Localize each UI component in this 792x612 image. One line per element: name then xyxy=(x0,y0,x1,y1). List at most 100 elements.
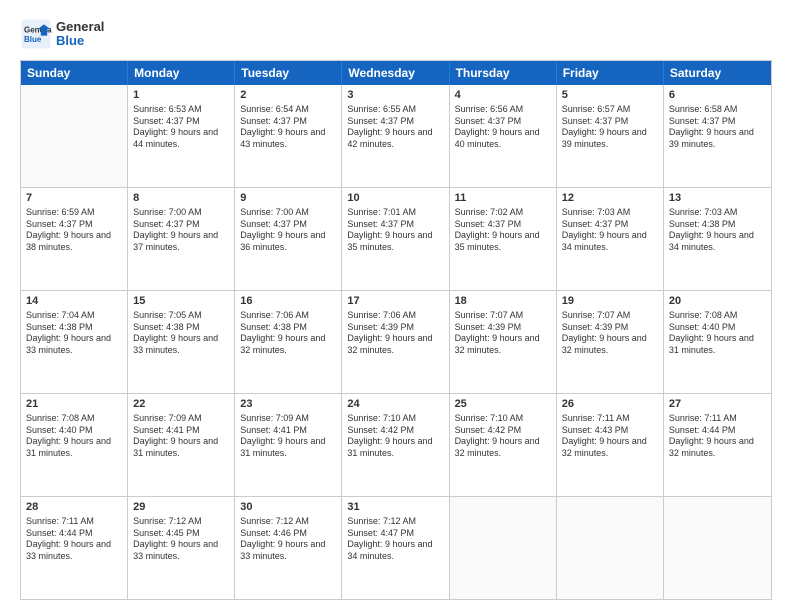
day-cell-19: 19Sunrise: 7:07 AMSunset: 4:39 PMDayligh… xyxy=(557,291,664,393)
day-number: 20 xyxy=(669,294,766,309)
weekday-header-sunday: Sunday xyxy=(21,61,128,85)
day-info: Sunrise: 6:57 AMSunset: 4:37 PMDaylight:… xyxy=(562,104,658,151)
day-cell-25: 25Sunrise: 7:10 AMSunset: 4:42 PMDayligh… xyxy=(450,394,557,496)
logo-general: General xyxy=(56,20,104,34)
day-cell-3: 3Sunrise: 6:55 AMSunset: 4:37 PMDaylight… xyxy=(342,85,449,187)
day-number: 25 xyxy=(455,397,551,412)
empty-cell xyxy=(21,85,128,187)
calendar-row-5: 28Sunrise: 7:11 AMSunset: 4:44 PMDayligh… xyxy=(21,496,771,599)
day-info: Sunrise: 7:10 AMSunset: 4:42 PMDaylight:… xyxy=(347,413,443,460)
day-info: Sunrise: 7:03 AMSunset: 4:38 PMDaylight:… xyxy=(669,207,766,254)
day-number: 13 xyxy=(669,191,766,206)
logo-icon: General Blue xyxy=(20,18,52,50)
calendar-row-1: 1Sunrise: 6:53 AMSunset: 4:37 PMDaylight… xyxy=(21,85,771,187)
weekday-header-friday: Friday xyxy=(557,61,664,85)
day-cell-22: 22Sunrise: 7:09 AMSunset: 4:41 PMDayligh… xyxy=(128,394,235,496)
svg-text:General: General xyxy=(24,25,52,34)
day-number: 2 xyxy=(240,88,336,103)
day-number: 6 xyxy=(669,88,766,103)
day-number: 10 xyxy=(347,191,443,206)
day-number: 15 xyxy=(133,294,229,309)
empty-cell xyxy=(450,497,557,599)
day-cell-6: 6Sunrise: 6:58 AMSunset: 4:37 PMDaylight… xyxy=(664,85,771,187)
day-info: Sunrise: 7:12 AMSunset: 4:46 PMDaylight:… xyxy=(240,516,336,563)
day-number: 16 xyxy=(240,294,336,309)
day-cell-28: 28Sunrise: 7:11 AMSunset: 4:44 PMDayligh… xyxy=(21,497,128,599)
day-number: 7 xyxy=(26,191,122,206)
day-info: Sunrise: 7:12 AMSunset: 4:47 PMDaylight:… xyxy=(347,516,443,563)
svg-text:Blue: Blue xyxy=(24,35,42,44)
day-info: Sunrise: 7:07 AMSunset: 4:39 PMDaylight:… xyxy=(455,310,551,357)
day-cell-15: 15Sunrise: 7:05 AMSunset: 4:38 PMDayligh… xyxy=(128,291,235,393)
day-info: Sunrise: 6:53 AMSunset: 4:37 PMDaylight:… xyxy=(133,104,229,151)
day-number: 19 xyxy=(562,294,658,309)
calendar-body: 1Sunrise: 6:53 AMSunset: 4:37 PMDaylight… xyxy=(21,85,771,599)
day-number: 30 xyxy=(240,500,336,515)
calendar-row-3: 14Sunrise: 7:04 AMSunset: 4:38 PMDayligh… xyxy=(21,290,771,393)
day-cell-27: 27Sunrise: 7:11 AMSunset: 4:44 PMDayligh… xyxy=(664,394,771,496)
day-number: 5 xyxy=(562,88,658,103)
weekday-header-wednesday: Wednesday xyxy=(342,61,449,85)
day-cell-12: 12Sunrise: 7:03 AMSunset: 4:37 PMDayligh… xyxy=(557,188,664,290)
calendar-row-4: 21Sunrise: 7:08 AMSunset: 4:40 PMDayligh… xyxy=(21,393,771,496)
empty-cell xyxy=(664,497,771,599)
day-cell-17: 17Sunrise: 7:06 AMSunset: 4:39 PMDayligh… xyxy=(342,291,449,393)
day-cell-1: 1Sunrise: 6:53 AMSunset: 4:37 PMDaylight… xyxy=(128,85,235,187)
day-cell-9: 9Sunrise: 7:00 AMSunset: 4:37 PMDaylight… xyxy=(235,188,342,290)
day-info: Sunrise: 6:55 AMSunset: 4:37 PMDaylight:… xyxy=(347,104,443,151)
day-cell-20: 20Sunrise: 7:08 AMSunset: 4:40 PMDayligh… xyxy=(664,291,771,393)
day-number: 22 xyxy=(133,397,229,412)
day-info: Sunrise: 6:59 AMSunset: 4:37 PMDaylight:… xyxy=(26,207,122,254)
day-info: Sunrise: 6:58 AMSunset: 4:37 PMDaylight:… xyxy=(669,104,766,151)
day-cell-14: 14Sunrise: 7:04 AMSunset: 4:38 PMDayligh… xyxy=(21,291,128,393)
day-info: Sunrise: 7:07 AMSunset: 4:39 PMDaylight:… xyxy=(562,310,658,357)
day-cell-16: 16Sunrise: 7:06 AMSunset: 4:38 PMDayligh… xyxy=(235,291,342,393)
calendar: SundayMondayTuesdayWednesdayThursdayFrid… xyxy=(20,60,772,600)
day-cell-2: 2Sunrise: 6:54 AMSunset: 4:37 PMDaylight… xyxy=(235,85,342,187)
weekday-header-tuesday: Tuesday xyxy=(235,61,342,85)
day-info: Sunrise: 6:56 AMSunset: 4:37 PMDaylight:… xyxy=(455,104,551,151)
day-info: Sunrise: 7:04 AMSunset: 4:38 PMDaylight:… xyxy=(26,310,122,357)
day-number: 29 xyxy=(133,500,229,515)
day-cell-24: 24Sunrise: 7:10 AMSunset: 4:42 PMDayligh… xyxy=(342,394,449,496)
day-cell-8: 8Sunrise: 7:00 AMSunset: 4:37 PMDaylight… xyxy=(128,188,235,290)
day-info: Sunrise: 7:11 AMSunset: 4:43 PMDaylight:… xyxy=(562,413,658,460)
weekday-header-saturday: Saturday xyxy=(664,61,771,85)
day-info: Sunrise: 7:11 AMSunset: 4:44 PMDaylight:… xyxy=(26,516,122,563)
day-info: Sunrise: 7:09 AMSunset: 4:41 PMDaylight:… xyxy=(240,413,336,460)
day-info: Sunrise: 7:00 AMSunset: 4:37 PMDaylight:… xyxy=(133,207,229,254)
day-info: Sunrise: 7:08 AMSunset: 4:40 PMDaylight:… xyxy=(669,310,766,357)
weekday-header-thursday: Thursday xyxy=(450,61,557,85)
day-cell-18: 18Sunrise: 7:07 AMSunset: 4:39 PMDayligh… xyxy=(450,291,557,393)
day-cell-4: 4Sunrise: 6:56 AMSunset: 4:37 PMDaylight… xyxy=(450,85,557,187)
day-info: Sunrise: 7:03 AMSunset: 4:37 PMDaylight:… xyxy=(562,207,658,254)
day-number: 23 xyxy=(240,397,336,412)
day-cell-11: 11Sunrise: 7:02 AMSunset: 4:37 PMDayligh… xyxy=(450,188,557,290)
day-number: 31 xyxy=(347,500,443,515)
calendar-header: SundayMondayTuesdayWednesdayThursdayFrid… xyxy=(21,61,771,85)
day-cell-29: 29Sunrise: 7:12 AMSunset: 4:45 PMDayligh… xyxy=(128,497,235,599)
day-cell-5: 5Sunrise: 6:57 AMSunset: 4:37 PMDaylight… xyxy=(557,85,664,187)
day-number: 28 xyxy=(26,500,122,515)
day-number: 17 xyxy=(347,294,443,309)
day-cell-30: 30Sunrise: 7:12 AMSunset: 4:46 PMDayligh… xyxy=(235,497,342,599)
day-number: 4 xyxy=(455,88,551,103)
day-number: 26 xyxy=(562,397,658,412)
day-cell-13: 13Sunrise: 7:03 AMSunset: 4:38 PMDayligh… xyxy=(664,188,771,290)
day-cell-23: 23Sunrise: 7:09 AMSunset: 4:41 PMDayligh… xyxy=(235,394,342,496)
logo: General Blue General Blue xyxy=(20,18,104,50)
day-info: Sunrise: 7:06 AMSunset: 4:39 PMDaylight:… xyxy=(347,310,443,357)
logo-blue: Blue xyxy=(56,34,104,48)
day-number: 8 xyxy=(133,191,229,206)
day-number: 21 xyxy=(26,397,122,412)
day-number: 24 xyxy=(347,397,443,412)
day-info: Sunrise: 7:05 AMSunset: 4:38 PMDaylight:… xyxy=(133,310,229,357)
day-cell-26: 26Sunrise: 7:11 AMSunset: 4:43 PMDayligh… xyxy=(557,394,664,496)
day-number: 12 xyxy=(562,191,658,206)
day-info: Sunrise: 7:10 AMSunset: 4:42 PMDaylight:… xyxy=(455,413,551,460)
day-info: Sunrise: 7:06 AMSunset: 4:38 PMDaylight:… xyxy=(240,310,336,357)
day-info: Sunrise: 7:11 AMSunset: 4:44 PMDaylight:… xyxy=(669,413,766,460)
calendar-row-2: 7Sunrise: 6:59 AMSunset: 4:37 PMDaylight… xyxy=(21,187,771,290)
day-info: Sunrise: 6:54 AMSunset: 4:37 PMDaylight:… xyxy=(240,104,336,151)
day-info: Sunrise: 7:00 AMSunset: 4:37 PMDaylight:… xyxy=(240,207,336,254)
